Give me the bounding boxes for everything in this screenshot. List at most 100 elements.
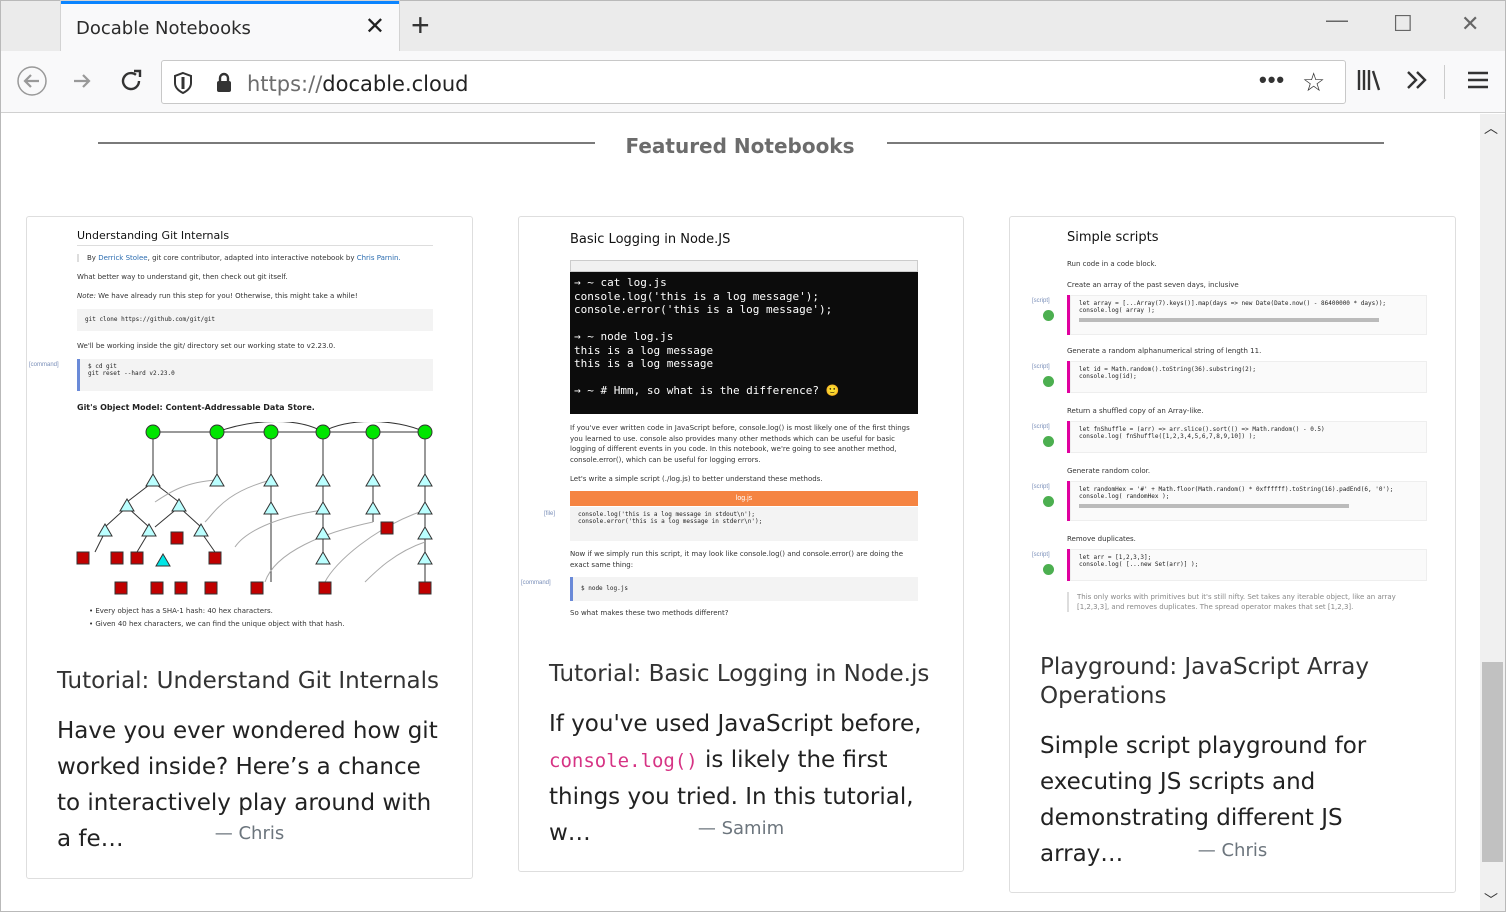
terminal-line: console.error('this is a log message');	[574, 303, 833, 316]
back-icon[interactable]	[17, 66, 47, 102]
code-line: git reset --hard v2.23.0	[88, 370, 175, 377]
thumb-file-tag: [file]	[544, 511, 556, 517]
scroll-down-icon[interactable]: ﹀	[1484, 890, 1498, 910]
thumb-byline: By Derrick Stolee, git core contributor,…	[77, 254, 437, 262]
browser-window: Docable Notebooks ✕ + — ☐ ✕ https://doca…	[0, 0, 1506, 912]
minimize-icon[interactable]: —	[1326, 7, 1348, 33]
code-line: let arr = [1,2,3,3];	[1079, 554, 1152, 561]
byline-author: Derrick Stolee	[98, 254, 148, 262]
code-line: console.log( [...new Set(arr)] );	[1079, 561, 1199, 568]
thumb-heading: Basic Logging in Node.JS	[570, 232, 731, 247]
vertical-scrollbar[interactable]: ︿ ﹀	[1480, 114, 1505, 911]
hamburger-menu-icon[interactable]	[1464, 66, 1492, 100]
thumb-code-block: git clone https://github.com/git/git	[77, 309, 433, 331]
nodejs-icon	[1043, 436, 1054, 447]
code-line: let id = Math.random().toString(36).subs…	[1079, 366, 1257, 373]
script-code-block[interactable]: let randomHex = '#' + Math.floor(Math.ra…	[1070, 481, 1427, 521]
page-actions-icon[interactable]: •••	[1259, 67, 1285, 93]
code-scrollbar[interactable]	[1079, 318, 1379, 322]
url-protocol: https://	[247, 72, 323, 96]
code-line: let array = [...Array(7).keys()].map(day…	[1079, 300, 1387, 307]
scroll-thumb[interactable]	[1482, 662, 1503, 862]
card-title[interactable]: Tutorial: Basic Logging in Node.js	[549, 660, 939, 689]
nodejs-icon	[1043, 310, 1054, 321]
terminal-line: console.log('this is a log message');	[574, 289, 820, 303]
library-icon[interactable]	[1355, 66, 1383, 100]
script-code-block[interactable]: let arr = [1,2,3,3]; console.log( [...new…	[1070, 549, 1427, 581]
script-label: Return a shuffled copy of an Array-like.	[1067, 407, 1204, 415]
lock-icon[interactable]	[214, 71, 234, 100]
notebook-card-logging[interactable]: Basic Logging in Node.JS → ~ cat log.js …	[518, 216, 964, 872]
terminal-line: this is a log message	[574, 357, 714, 370]
card-thumbnail: Simple scripts Run code in a code block.…	[1010, 217, 1455, 627]
note-label: Note:	[77, 292, 96, 300]
code-line: console.log(id);	[1079, 373, 1137, 380]
code-line: console.log('this is a log message in st…	[578, 511, 756, 518]
reload-icon[interactable]	[116, 66, 146, 102]
maximize-icon[interactable]: ☐	[1393, 11, 1413, 37]
nodejs-icon	[1043, 496, 1054, 507]
script-code-block[interactable]: let array = [...Array(7).keys()].map(day…	[1070, 295, 1427, 335]
desc-inline-code: console.log()	[549, 750, 698, 772]
terminal-output: → ~ cat log.js console.log('this is a lo…	[570, 272, 918, 414]
card-thumbnail: Understanding Git Internals By Derrick S…	[27, 217, 472, 642]
thumb-heading: Understanding Git Internals	[77, 229, 230, 242]
code-line: console.log( array );	[1079, 307, 1155, 314]
notebook-card-playground[interactable]: Simple scripts Run code in a code block.…	[1009, 216, 1456, 893]
card-author: — Chris	[1197, 840, 1268, 861]
bullet-text: Every object has a SHA-1 hash: 40 hex ch…	[95, 607, 273, 615]
card-author: — Chris	[214, 823, 285, 844]
file-name-bar: log.js	[570, 491, 918, 506]
byline-mid: , git core contributor, adapted into int…	[147, 254, 355, 262]
thumb-paragraph: What better way to understand git, then …	[77, 273, 288, 281]
tab-title: Docable Notebooks	[76, 18, 251, 39]
byline-adapter: Chris Parnin.	[356, 254, 401, 262]
card-thumbnail: Basic Logging in Node.JS → ~ cat log.js …	[519, 217, 963, 627]
section-rule-right	[887, 142, 1384, 144]
script-label: Remove duplicates.	[1067, 535, 1136, 543]
url-bar[interactable]: https://docable.cloud ••• ☆	[161, 60, 1346, 104]
notebook-card-git[interactable]: Understanding Git Internals By Derrick S…	[26, 216, 473, 879]
code-line: let randomHex = '#' + Math.floor(Math.ra…	[1079, 486, 1394, 493]
thumb-command-block: $ node log.js	[570, 577, 918, 601]
forward-icon[interactable]	[67, 66, 97, 102]
bookmark-star-icon[interactable]: ☆	[1302, 67, 1325, 98]
script-tag: [script]	[1032, 552, 1050, 558]
code-line: $ cd git	[88, 363, 117, 370]
thumb-note: Note: We have already run this step for …	[77, 292, 358, 300]
script-label: Generate random color.	[1067, 467, 1151, 475]
overflow-chevron-icon[interactable]	[1403, 66, 1431, 100]
thumb-heading: Simple scripts	[1067, 230, 1159, 245]
thumb-paragraph: Let's write a simple script (./log.js) t…	[570, 475, 823, 483]
shield-icon[interactable]	[172, 71, 194, 100]
thumb-file-code: console.log('this is a log message in st…	[570, 507, 918, 541]
script-tag: [script]	[1032, 298, 1050, 304]
close-tab-icon[interactable]: ✕	[365, 15, 385, 39]
new-tab-icon[interactable]: +	[411, 9, 430, 41]
code-line: console.error('this is a log message in …	[578, 518, 763, 525]
git-object-graph	[76, 422, 433, 595]
code-scrollbar[interactable]	[1079, 504, 1349, 508]
thumb-bullet: • Every object has a SHA-1 hash: 40 hex …	[89, 607, 273, 615]
scroll-up-icon[interactable]: ︿	[1484, 118, 1498, 138]
code-line: let fnShuffle = (arr) => arr.slice().sor…	[1079, 426, 1325, 433]
page-content: Featured Notebooks Understanding Git Int…	[1, 114, 1479, 911]
script-label: Create an array of the past seven days, …	[1067, 281, 1239, 289]
card-title[interactable]: Tutorial: Understand Git Internals	[57, 667, 447, 696]
thumb-paragraph: Run code in a code block.	[1067, 260, 1157, 268]
tab-docable[interactable]: Docable Notebooks ✕	[61, 1, 399, 51]
toolbar-divider	[1444, 65, 1445, 99]
url-text[interactable]: https://docable.cloud	[247, 72, 469, 96]
desc-text: If you've used JavaScript before,	[549, 711, 922, 737]
script-tag: [script]	[1032, 424, 1050, 430]
terminal-line: → ~ # Hmm, so what is the difference? 🙂	[574, 384, 840, 397]
script-code-block[interactable]: let fnShuffle = (arr) => arr.slice().sor…	[1070, 421, 1427, 453]
thumb-bullet: • Given 40 hex characters, we can find t…	[89, 620, 345, 628]
url-host: docable.cloud	[322, 72, 469, 96]
navigation-bar: https://docable.cloud ••• ☆	[1, 51, 1505, 113]
close-window-icon[interactable]: ✕	[1461, 11, 1479, 37]
card-title[interactable]: Playground: JavaScript Array Operations	[1040, 653, 1430, 711]
script-code-block[interactable]: let id = Math.random().toString(36).subs…	[1070, 361, 1427, 393]
